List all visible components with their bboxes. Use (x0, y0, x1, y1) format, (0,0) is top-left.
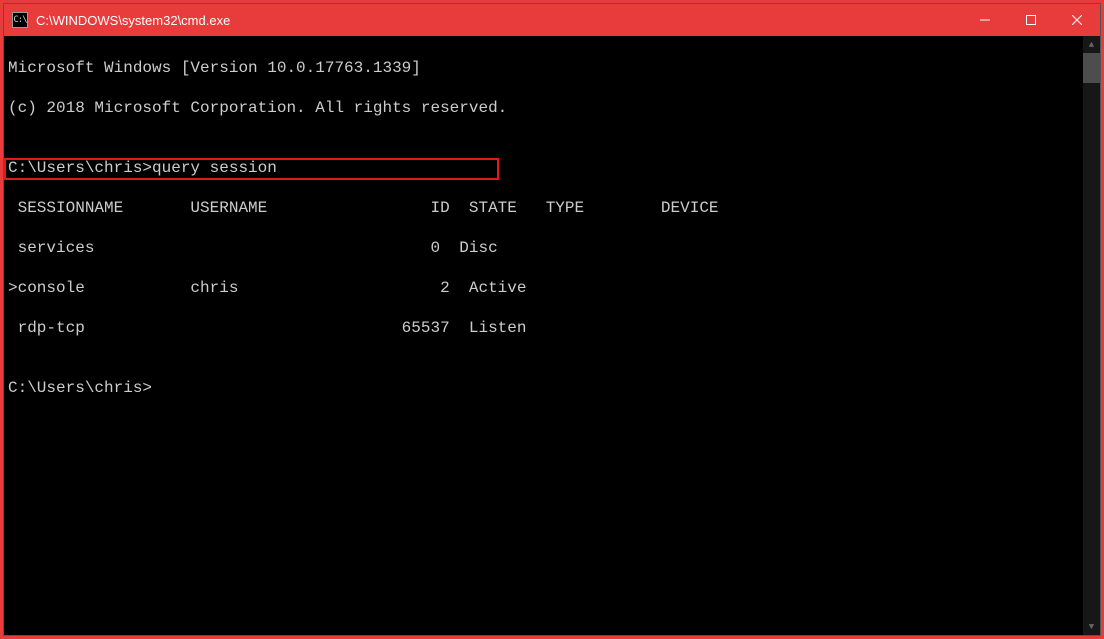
client-area: Microsoft Windows [Version 10.0.17763.13… (4, 36, 1100, 635)
terminal[interactable]: Microsoft Windows [Version 10.0.17763.13… (4, 36, 1083, 635)
minimize-icon (980, 15, 990, 25)
minimize-button[interactable] (962, 4, 1008, 36)
scroll-down-button[interactable]: ▼ (1083, 618, 1100, 635)
scroll-track[interactable] (1083, 53, 1100, 618)
banner-line1: Microsoft Windows [Version 10.0.17763.13… (8, 58, 1083, 78)
session-row-console: >console chris 2 Active (8, 278, 1083, 298)
prompt-line-1: C:\Users\chris>query session (8, 158, 1083, 178)
titlebar[interactable]: C:\ C:\WINDOWS\system32\cmd.exe (4, 4, 1100, 36)
window-title: C:\WINDOWS\system32\cmd.exe (36, 13, 230, 28)
session-row-services: services 0 Disc (8, 238, 1083, 258)
maximize-icon (1026, 15, 1036, 25)
scroll-up-button[interactable]: ▲ (1083, 36, 1100, 53)
close-button[interactable] (1054, 4, 1100, 36)
maximize-button[interactable] (1008, 4, 1054, 36)
prompt-line-2: C:\Users\chris> (8, 378, 1083, 398)
banner-line2: (c) 2018 Microsoft Corporation. All righ… (8, 98, 1083, 118)
session-header: SESSIONNAME USERNAME ID STATE TYPE DEVIC… (8, 198, 1083, 218)
close-icon (1072, 15, 1082, 25)
cmd-window: C:\ C:\WINDOWS\system32\cmd.exe Microsof… (3, 3, 1101, 636)
vertical-scrollbar[interactable]: ▲ ▼ (1083, 36, 1100, 635)
session-row-rdp: rdp-tcp 65537 Listen (8, 318, 1083, 338)
cmd-icon: C:\ (12, 12, 28, 28)
scroll-thumb[interactable] (1083, 53, 1100, 83)
